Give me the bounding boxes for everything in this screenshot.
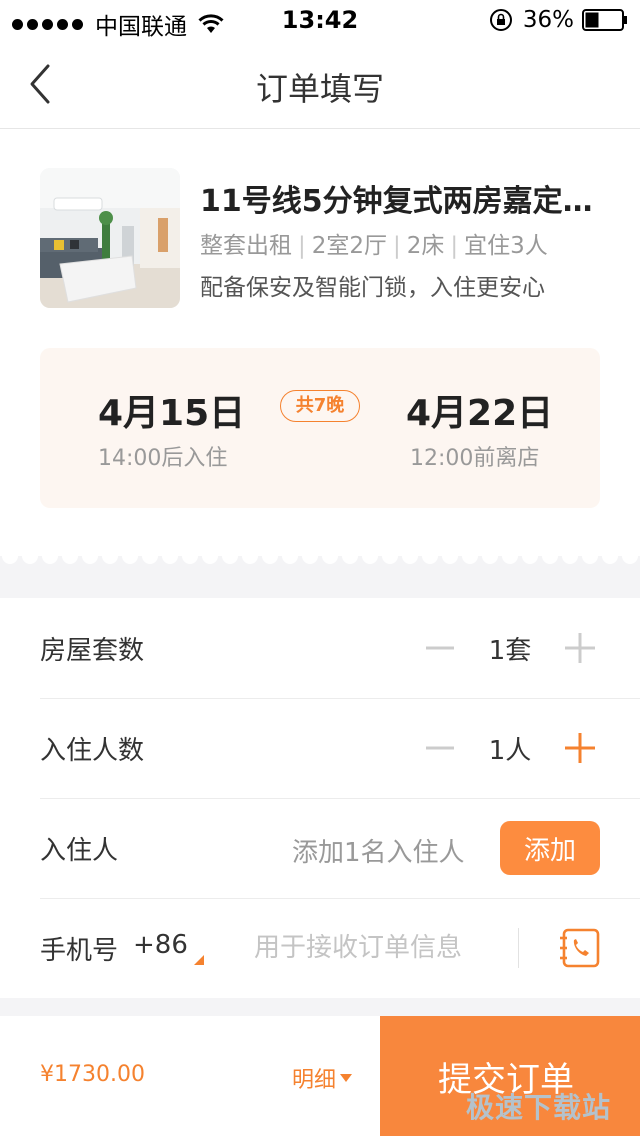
checkout-date: 4月22日 — [406, 393, 554, 434]
section-gap — [0, 998, 640, 1016]
guest-count-row: 入住人数 1人 — [40, 698, 640, 799]
minus-icon[interactable] — [424, 732, 456, 764]
navigation-bar: 订单填写 — [0, 42, 640, 129]
total-price: ¥1730.00 — [40, 1062, 145, 1087]
plus-icon[interactable] — [562, 630, 598, 666]
stay-dates-card[interactable]: 4月15日 14:00后入住 共7晚 4月22日 12:00前离店 — [40, 348, 600, 508]
checkout-note: 12:00前离店 — [410, 446, 540, 471]
listing-specs: 整套出租 | 2室2厅 | 2床 | 宜住3人 — [200, 226, 548, 260]
dropdown-triangle-icon — [194, 955, 204, 965]
page-title: 订单填写 — [255, 70, 384, 108]
checkin-note: 14:00后入住 — [98, 446, 228, 471]
phone-input[interactable] — [254, 926, 504, 970]
caret-down-icon — [340, 1074, 353, 1082]
scallop-edge — [0, 552, 640, 564]
listing-summary: 11号线5分钟复式两房嘉定… 整套出租 | 2室2厅 | 2床 | 宜住3人 配备保安及智能… — [40, 168, 620, 308]
spec-separator: | — [450, 233, 459, 259]
add-guest-button[interactable]: 添加 — [500, 821, 600, 875]
guests-label: 入住人 — [40, 836, 119, 866]
phone-row: 手机号 +86 — [40, 898, 640, 998]
add-guest-hint: 添加1名入住人 — [292, 838, 465, 868]
spec-type: 整套出租 — [200, 233, 292, 259]
status-right: 36% — [489, 7, 628, 33]
guest-count: 1人 — [488, 736, 532, 766]
minus-icon[interactable] — [424, 632, 456, 664]
rooms-label: 房屋套数 — [40, 636, 145, 666]
spec-capacity: 宜住3人 — [464, 233, 548, 259]
rooms-count: 1套 — [488, 636, 532, 666]
bottom-bar: ¥1730.00 明细 提交订单 — [0, 1016, 640, 1136]
guests-row: 入住人 添加1名入住人 添加 — [40, 798, 640, 899]
listing-feature: 配备保安及智能门锁，入住更安心 — [200, 275, 545, 301]
spec-separator: | — [393, 233, 401, 259]
spec-separator: | — [298, 233, 306, 259]
listing-photo — [40, 168, 180, 308]
country-code[interactable]: +86 — [133, 930, 188, 960]
price-detail-toggle[interactable]: 明细 — [292, 1062, 353, 1094]
checkin-date: 4月15日 — [98, 393, 246, 434]
price-detail-label: 明细 — [292, 1068, 337, 1093]
spec-beds: 2床 — [406, 233, 445, 259]
battery-percent: 36% — [522, 7, 574, 33]
plus-icon[interactable] — [562, 730, 598, 766]
ticket-divider — [0, 552, 640, 598]
nights-badge: 共7晚 — [280, 390, 360, 422]
order-form: 房屋套数 1套 入住人数 1人 入住人 添加1名入住人 添加 手机号 +86 — [0, 598, 640, 998]
contacts-icon[interactable] — [558, 926, 602, 970]
rooms-row: 房屋套数 1套 — [40, 598, 640, 699]
battery-icon — [582, 9, 627, 31]
submit-order-button[interactable]: 提交订单 — [380, 1016, 640, 1136]
lock-rotation-icon — [489, 9, 512, 31]
listing-title: 11号线5分钟复式两房嘉定… — [200, 184, 593, 219]
vertical-divider — [518, 928, 519, 968]
phone-label: 手机号 — [40, 936, 119, 966]
spec-rooms: 2室2厅 — [311, 233, 388, 259]
guest-count-label: 入住人数 — [40, 736, 145, 766]
status-bar: 中国联通 13:42 36% — [0, 0, 640, 42]
